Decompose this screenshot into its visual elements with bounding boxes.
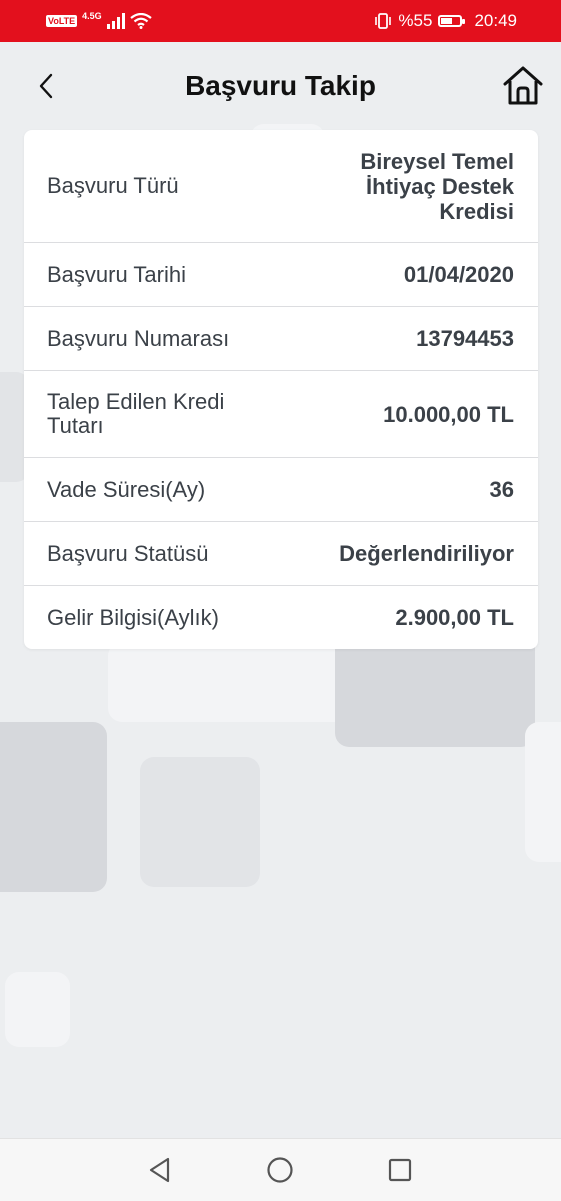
detail-label: Gelir Bilgisi(Aylık)	[47, 604, 219, 630]
detail-label: Vade Süresi(Ay)	[47, 476, 206, 502]
nav-home-button[interactable]	[266, 1156, 294, 1184]
detail-row-application-date: Başvuru Tarihi 01/04/2020	[24, 243, 538, 307]
detail-value: 2.900,00 TL	[395, 605, 514, 630]
detail-value: 36	[489, 477, 514, 502]
network-type: 4.5G	[82, 11, 102, 21]
detail-row-application-number: Başvuru Numarası 13794453	[24, 307, 538, 371]
detail-value: 01/04/2020	[403, 262, 514, 287]
back-triangle-icon	[149, 1157, 170, 1183]
recents-square-icon	[388, 1158, 412, 1182]
nav-recents-button[interactable]	[386, 1156, 414, 1184]
detail-label: Başvuru Türü	[47, 173, 179, 198]
status-right: %55 20:49	[374, 11, 517, 31]
detail-row-application-type: Başvuru Türü Bireysel Temel İhtiyaç Dest…	[24, 130, 538, 243]
signal-icon	[106, 13, 125, 29]
detail-label: Başvuru Tarihi	[47, 261, 186, 287]
detail-label: Talep Edilen Kredi Tutarı	[47, 389, 225, 438]
detail-value: 13794453	[416, 326, 514, 351]
detail-row-income: Gelir Bilgisi(Aylık) 2.900,00 TL	[24, 586, 538, 649]
detail-row-requested-amount: Talep Edilen Kredi Tutarı 10.000,00 TL	[24, 371, 538, 458]
clock: 20:49	[474, 11, 517, 30]
home-circle-icon	[267, 1157, 293, 1183]
battery-percent: %55	[398, 11, 433, 30]
home-icon	[503, 66, 543, 105]
detail-row-term: Vade Süresi(Ay) 36	[24, 458, 538, 522]
detail-label: Başvuru Numarası	[47, 325, 230, 351]
application-details-card: Başvuru Türü Bireysel Temel İhtiyaç Dest…	[24, 130, 538, 649]
detail-value: Değerlendiriliyor	[339, 541, 514, 566]
home-button[interactable]	[502, 65, 544, 107]
page-title: Başvuru Takip	[185, 70, 376, 101]
status-bar: VoLTE 4.5G %55 20:49	[0, 0, 561, 42]
app-header: Başvuru Takip	[0, 42, 561, 130]
status-left: VoLTE 4.5G	[46, 11, 152, 29]
system-nav-bar	[0, 1138, 561, 1201]
vibrate-icon	[375, 13, 392, 29]
detail-value: Bireysel Temel İhtiyaç Destek Kredisi	[360, 148, 514, 224]
volte-badge: VoLTE	[46, 15, 78, 27]
wifi-icon	[130, 13, 152, 29]
nav-back-button[interactable]	[146, 1156, 174, 1184]
detail-value: 10.000,00 TL	[383, 401, 514, 427]
detail-row-status: Başvuru Statüsü Değerlendiriliyor	[24, 522, 538, 586]
battery-icon	[438, 15, 466, 27]
detail-label: Başvuru Statüsü	[47, 540, 209, 566]
